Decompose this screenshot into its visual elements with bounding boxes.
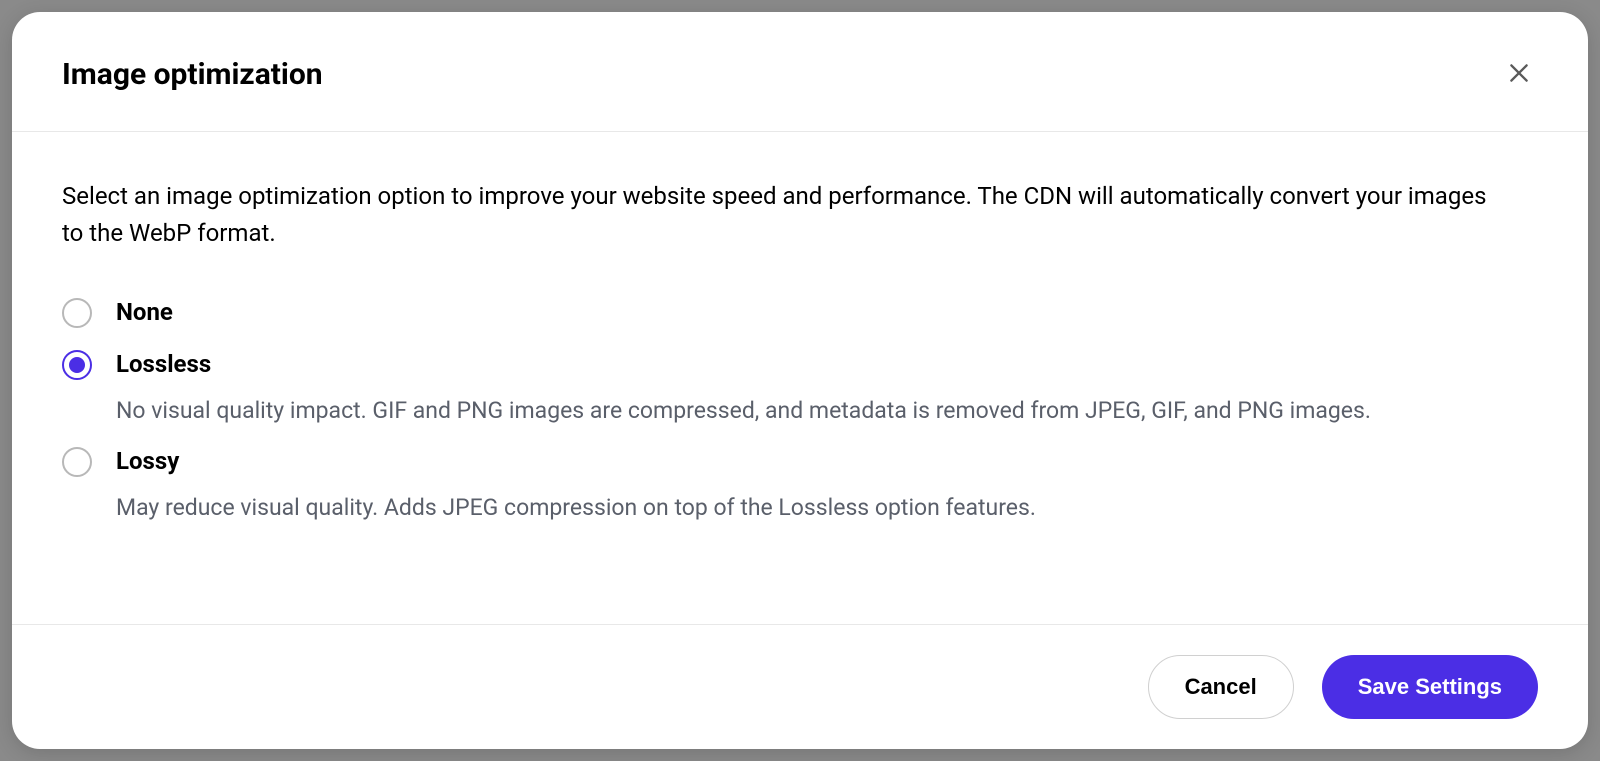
radio-label-lossless[interactable]: Lossless <box>116 348 1538 382</box>
radio-content: None <box>116 296 1538 330</box>
optimization-radio-group: None Lossless No visual quality impact. … <box>62 296 1538 523</box>
close-button[interactable] <box>1500 54 1538 95</box>
radio-content: Lossless No visual quality impact. GIF a… <box>116 348 1538 427</box>
radio-option-lossless: Lossless No visual quality impact. GIF a… <box>62 348 1538 427</box>
image-optimization-modal: Image optimization Select an image optim… <box>12 12 1588 749</box>
radio-input-none[interactable] <box>62 298 92 328</box>
modal-body: Select an image optimization option to i… <box>12 132 1588 624</box>
close-icon <box>1506 60 1532 89</box>
radio-label-none[interactable]: None <box>116 296 1538 330</box>
radio-content: Lossy May reduce visual quality. Adds JP… <box>116 445 1538 524</box>
radio-option-none: None <box>62 296 1538 330</box>
radio-input-lossy[interactable] <box>62 447 92 477</box>
radio-description-lossy: May reduce visual quality. Adds JPEG com… <box>116 491 1496 524</box>
cancel-button[interactable]: Cancel <box>1148 655 1294 719</box>
radio-input-lossless[interactable] <box>62 350 92 380</box>
radio-label-lossy[interactable]: Lossy <box>116 445 1538 479</box>
modal-title: Image optimization <box>62 57 323 92</box>
radio-option-lossy: Lossy May reduce visual quality. Adds JP… <box>62 445 1538 524</box>
save-settings-button[interactable]: Save Settings <box>1322 655 1538 719</box>
intro-text: Select an image optimization option to i… <box>62 178 1502 252</box>
modal-footer: Cancel Save Settings <box>12 624 1588 749</box>
modal-header: Image optimization <box>12 12 1588 132</box>
radio-description-lossless: No visual quality impact. GIF and PNG im… <box>116 394 1496 427</box>
